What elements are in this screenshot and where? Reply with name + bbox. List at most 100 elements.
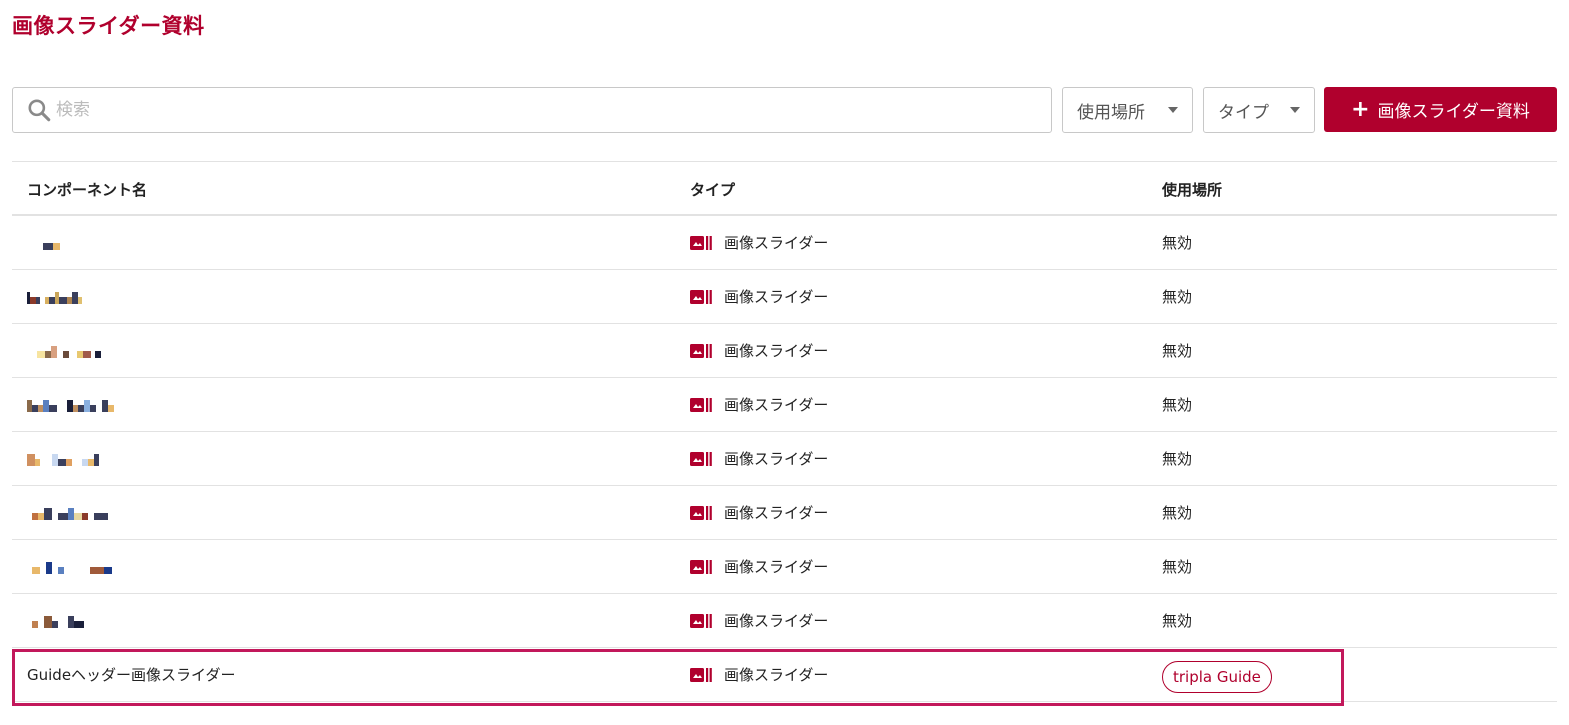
redaction-block: [90, 567, 104, 574]
header-type: タイプ: [690, 181, 736, 199]
table-row[interactable]: 画像スライダー 無効: [12, 216, 1557, 270]
redaction-block: [58, 621, 68, 628]
redaction-block: [72, 454, 82, 466]
type-label: 画像スライダー: [724, 396, 829, 414]
type-label: 画像スライダー: [724, 288, 829, 306]
redaction-block: [83, 351, 91, 358]
component-table: コンポーネント名 タイプ 使用場所 画像スライダー 無効 画像スライダー 無効 画像スラ…: [12, 161, 1557, 702]
redaction-block: [49, 405, 57, 412]
image-slider-icon: [690, 289, 712, 304]
table-row[interactable]: 画像スライダー 無効: [12, 432, 1557, 486]
usage-status: 無効: [1162, 342, 1193, 360]
redaction-block: [40, 459, 52, 466]
redaction-block: [94, 513, 108, 520]
header-usage: 使用場所: [1162, 181, 1223, 199]
redaction-block: [69, 346, 77, 358]
search-input[interactable]: [56, 90, 1051, 130]
redaction-block: [104, 567, 112, 574]
type-cell: 画像スライダー: [690, 394, 828, 415]
usage-status: 無効: [1162, 504, 1193, 522]
component-name-redacted: [27, 454, 99, 466]
caret-down-icon: [1168, 107, 1178, 113]
table-header: コンポーネント名 タイプ 使用場所: [12, 161, 1557, 216]
redaction-block: [58, 459, 66, 466]
redaction-block: [44, 508, 52, 520]
type-label: 画像スライダー: [724, 234, 829, 252]
component-name-redacted: [27, 346, 101, 358]
redaction-block: [74, 513, 82, 520]
usage-status: 無効: [1162, 450, 1193, 468]
search-icon: [28, 99, 51, 122]
type-cell: 画像スライダー: [690, 286, 828, 307]
table-row[interactable]: 画像スライダー 無効: [12, 594, 1557, 648]
image-slider-icon: [690, 235, 712, 250]
type-cell: 画像スライダー: [690, 556, 828, 577]
component-name-redacted: [27, 508, 108, 520]
type-cell: 画像スライダー: [690, 664, 828, 685]
page-title: 画像スライダー資料: [12, 14, 205, 38]
type-filter-label: タイプ: [1218, 102, 1269, 123]
usage-status: 無効: [1162, 234, 1193, 252]
redaction-block: [32, 567, 40, 574]
type-label: 画像スライダー: [724, 612, 829, 630]
component-name-redacted: [27, 400, 114, 412]
redaction-block: [59, 297, 67, 304]
image-slider-icon: [690, 559, 712, 574]
type-label: 画像スライダー: [724, 558, 829, 576]
redaction-block: [43, 243, 53, 250]
image-slider-icon: [690, 397, 712, 412]
image-slider-icon: [690, 505, 712, 520]
table-body: 画像スライダー 無効 画像スライダー 無効 画像スライダー 無効 画像スライダー 無効 画像スラ…: [12, 216, 1557, 702]
caret-down-icon: [1290, 107, 1300, 113]
table-row[interactable]: 画像スライダー 無効: [12, 270, 1557, 324]
header-component-name: コンポーネント名: [27, 181, 148, 199]
table-row[interactable]: 画像スライダー 無効: [12, 486, 1557, 540]
redaction-block: [80, 621, 84, 628]
type-cell: 画像スライダー: [690, 340, 828, 361]
redaction-block: [58, 513, 68, 520]
redaction-block: [53, 243, 60, 250]
usage-status: 無効: [1162, 612, 1193, 630]
usage-status: 無効: [1162, 558, 1193, 576]
image-slider-icon: [690, 667, 712, 682]
type-cell: 画像スライダー: [690, 502, 828, 523]
redaction-block: [44, 616, 52, 628]
table-row[interactable]: 画像スライダー 無効: [12, 378, 1557, 432]
usage-status: 無効: [1162, 396, 1193, 414]
component-name-redacted: [27, 616, 84, 628]
type-label: 画像スライダー: [724, 450, 829, 468]
type-label: 画像スライダー: [724, 504, 829, 522]
usage-filter-dropdown[interactable]: 使用場所: [1062, 87, 1193, 133]
component-name-redacted: [27, 292, 82, 304]
component-name-redacted: [27, 562, 112, 574]
add-button-label: 画像スライダー資料: [1377, 102, 1530, 122]
type-cell: 画像スライダー: [690, 448, 828, 469]
component-name[interactable]: Guideヘッダー画像スライダー: [27, 664, 235, 685]
redaction-block: [108, 405, 114, 412]
redaction-block: [95, 351, 101, 358]
type-filter-dropdown[interactable]: タイプ: [1203, 87, 1315, 133]
type-label: 画像スライダー: [724, 342, 829, 360]
redaction-block: [94, 454, 99, 466]
redaction-block: [27, 238, 43, 250]
plus-icon: +: [1351, 96, 1370, 122]
redaction-block: [27, 346, 37, 358]
add-image-slider-button[interactable]: + 画像スライダー資料: [1324, 87, 1557, 132]
table-row[interactable]: Guideヘッダー画像スライダー 画像スライダー tripla Guide: [12, 648, 1557, 702]
search-box[interactable]: [12, 87, 1052, 133]
component-name-redacted: [27, 238, 60, 250]
image-slider-icon: [690, 451, 712, 466]
redaction-block: [27, 454, 35, 466]
table-row[interactable]: 画像スライダー 無効: [12, 324, 1557, 378]
usage-filter-label: 使用場所: [1077, 102, 1145, 123]
redaction-block: [57, 405, 67, 412]
redaction-block: [64, 562, 90, 574]
table-row[interactable]: 画像スライダー 無効: [12, 540, 1557, 594]
type-cell: 画像スライダー: [690, 232, 828, 253]
redaction-block: [78, 297, 82, 304]
image-slider-icon: [690, 613, 712, 628]
type-cell: 画像スライダー: [690, 610, 828, 631]
usage-badge[interactable]: tripla Guide: [1162, 661, 1272, 693]
image-slider-icon: [690, 343, 712, 358]
usage-status: 無効: [1162, 288, 1193, 306]
